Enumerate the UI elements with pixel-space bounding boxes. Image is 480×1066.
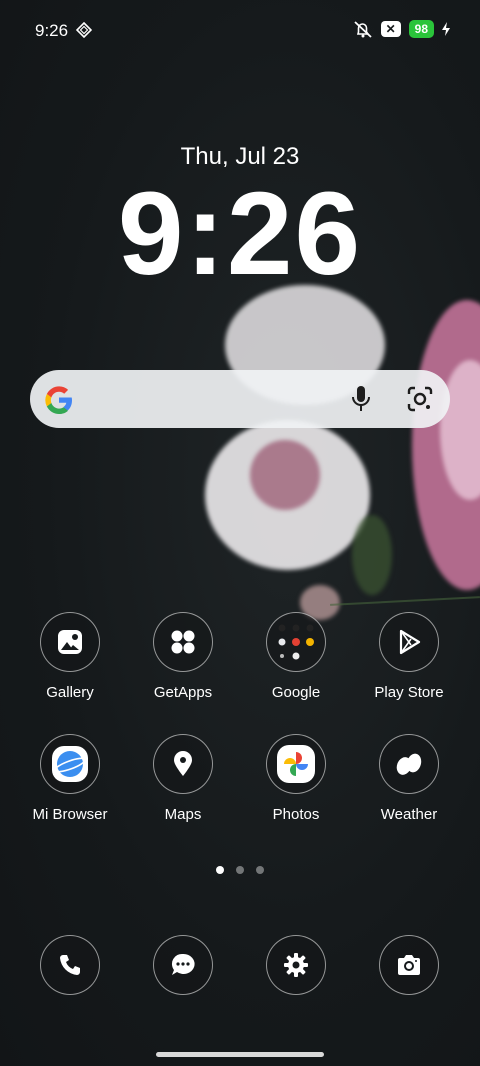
status-bar: 9:26 ✕ 98 — [0, 0, 480, 62]
google-search-bar[interactable] — [30, 370, 450, 428]
microphone-icon[interactable] — [348, 384, 374, 414]
gallery-icon — [40, 612, 100, 672]
app-label: Gallery — [46, 684, 94, 701]
app-play-store[interactable]: Play Store — [359, 612, 459, 701]
mi-browser-icon — [40, 734, 100, 794]
app-label: Weather — [380, 806, 438, 823]
app-label: Mi Browser — [32, 806, 108, 823]
dock-settings[interactable] — [246, 935, 346, 995]
google-folder-icon — [266, 612, 326, 672]
page-dot[interactable] — [236, 866, 244, 874]
camera-icon — [379, 935, 439, 995]
getapps-icon — [153, 612, 213, 672]
dock-phone[interactable] — [20, 935, 120, 995]
maps-icon — [153, 734, 213, 794]
page-dot[interactable] — [216, 866, 224, 874]
app-mi-browser[interactable]: Mi Browser — [20, 734, 120, 823]
app-getapps[interactable]: GetApps — [133, 612, 233, 701]
lockscreen-date: Thu, Jul 23 — [180, 143, 300, 170]
gesture-navigation-bar[interactable] — [156, 1052, 324, 1057]
google-lens-icon[interactable] — [406, 385, 434, 413]
battery-indicator: 98 — [408, 20, 434, 38]
play-store-icon — [379, 612, 439, 672]
status-time: 9:26 — [35, 21, 69, 40]
app-label: Google — [271, 684, 321, 701]
app-google-folder[interactable]: Google — [246, 612, 346, 701]
dock-messages[interactable] — [133, 935, 233, 995]
settings-icon — [266, 935, 326, 995]
clock-widget[interactable]: 9:26 — [0, 172, 480, 297]
app-photos[interactable]: Photos — [246, 734, 346, 823]
dock-camera[interactable] — [359, 935, 459, 995]
photos-icon — [266, 734, 326, 794]
page-dot[interactable] — [256, 866, 264, 874]
x-notification-icon: ✕ — [380, 21, 401, 37]
app-maps[interactable]: Maps — [133, 734, 233, 823]
hotspot-diamond-icon — [76, 22, 92, 38]
mute-icon — [354, 21, 372, 38]
google-g-icon — [45, 386, 72, 414]
phone-icon — [40, 935, 100, 995]
charging-bolt-icon — [442, 22, 450, 36]
app-label: GetApps — [153, 684, 213, 701]
app-weather[interactable]: Weather — [359, 734, 459, 823]
page-indicator[interactable] — [0, 866, 480, 874]
app-gallery[interactable]: Gallery — [20, 612, 120, 701]
app-label: Play Store — [374, 684, 444, 701]
messages-icon — [153, 935, 213, 995]
weather-icon — [379, 734, 439, 794]
app-label: Maps — [164, 806, 202, 823]
app-label: Photos — [272, 806, 320, 823]
